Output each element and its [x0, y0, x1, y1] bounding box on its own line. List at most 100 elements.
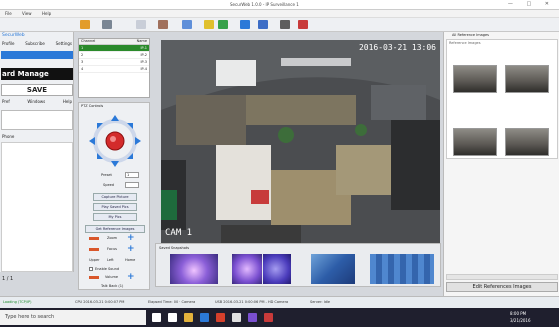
saved-snapshots-strip: Saved Snapshots: [155, 243, 441, 287]
snapshot-thumbnail[interactable]: [311, 254, 355, 284]
camera-label: CAM 1: [165, 228, 193, 238]
speed-input[interactable]: [125, 182, 139, 188]
windows-start-icon[interactable]: [152, 313, 161, 322]
menu-help[interactable]: Help: [42, 11, 51, 16]
snapshot-thumbnail[interactable]: [263, 254, 291, 284]
edit-references-button[interactable]: Edit References Images: [446, 282, 558, 292]
task-view-icon[interactable]: [168, 313, 177, 322]
preset-upper[interactable]: Upper: [89, 258, 100, 262]
network-icon[interactable]: [258, 20, 268, 29]
get-reference-images-button[interactable]: Get Reference Images: [85, 225, 145, 233]
ptz-title: PTZ Controls: [81, 104, 104, 108]
export-icon[interactable]: [218, 20, 228, 29]
channel-row[interactable]: 1 IP-1: [79, 45, 149, 52]
title-bar: SecurWeb 1.0.0 - IP Surveillance 1 — □ ✕: [0, 0, 559, 10]
clock-date: 3/21/2016: [510, 318, 531, 323]
zoom-plus-icon[interactable]: +: [127, 233, 135, 243]
volume-plus-icon[interactable]: +: [127, 272, 135, 282]
phone-label: Phone: [2, 134, 15, 139]
enable-sound-checkbox[interactable]: [89, 267, 93, 271]
window-controls[interactable]: — □ ✕: [508, 1, 555, 7]
status-connection: Loading (TCP/IP): [3, 300, 32, 304]
profile-row[interactable]: Profile Subscribe Settings: [1, 40, 73, 48]
left-sidebar: SecurWeb Profile Subscribe Settings ard …: [0, 32, 74, 282]
channel-row[interactable]: 3 IP-3: [79, 59, 149, 66]
blue-banner: [1, 51, 73, 59]
preset-select[interactable]: 1: [125, 172, 139, 178]
play-saved-pics-button[interactable]: Play Saved Pics: [93, 203, 137, 211]
channel-row[interactable]: 2 IP-2: [79, 52, 149, 59]
pager[interactable]: 1 / 1: [1, 275, 73, 283]
snapshot-icon[interactable]: [158, 20, 168, 29]
talk-back-button[interactable]: Talk Back (1): [101, 284, 123, 288]
zoom-label: Zoom: [107, 236, 118, 240]
preset-left[interactable]: Left: [107, 258, 114, 262]
securweb-taskbar-icon[interactable]: [264, 313, 273, 322]
tools-icon[interactable]: [280, 20, 290, 29]
grid-icon[interactable]: [240, 20, 250, 29]
contact-list[interactable]: [1, 142, 73, 272]
snapshots-title: Saved Snapshots: [159, 246, 190, 250]
notes-box[interactable]: [1, 110, 73, 130]
ptz-joystick[interactable]: [89, 113, 141, 169]
camera-video-view[interactable]: 2016-03-21 13:06 CAM 1: [161, 40, 440, 243]
video-timestamp: 2016-03-21 13:06: [358, 43, 436, 52]
enable-sound-label: Enable Sound: [95, 267, 120, 271]
capture-picture-button[interactable]: Capture Picture: [93, 193, 137, 201]
camera-frame-image: [161, 40, 440, 243]
brand-banner: ard Manage: [1, 68, 73, 80]
mail-icon[interactable]: [200, 313, 209, 322]
ptz-panel: PTZ Controls Preset 1 Speed Capture Pict…: [78, 102, 150, 290]
reference-image[interactable]: [453, 128, 497, 156]
status-bar: Loading (TCP/IP) CPU 2016-03-21 0:00:07 …: [0, 296, 559, 308]
help-label[interactable]: Help: [63, 99, 72, 105]
save-button[interactable]: SAVE: [1, 84, 73, 96]
close-camera-icon[interactable]: [298, 20, 308, 29]
preset-home[interactable]: Home: [125, 258, 135, 262]
status-usb: USB 2016-03-21 0:00:06 PM - HD Camera: [215, 300, 289, 304]
reference-image[interactable]: [505, 65, 549, 93]
menu-bar: File View Help: [0, 10, 559, 18]
reference-images-panel: All Reference Images Reference Images Ed…: [443, 32, 559, 297]
settings-icon[interactable]: [182, 20, 192, 29]
snapshot-thumbnail[interactable]: [232, 254, 262, 284]
settings-link[interactable]: Settings: [56, 41, 72, 47]
folder-icon[interactable]: [204, 20, 214, 29]
status-elapsed: Elapsed Time: 00 · Camera: [148, 300, 196, 304]
ref-grid-label: Reference Images: [449, 41, 481, 45]
pref-label[interactable]: Pref: [2, 99, 10, 105]
status-cpu: CPU 2016-03-21 0:00:07 PM: [75, 300, 125, 304]
subscribe-link[interactable]: Subscribe: [25, 41, 45, 47]
windows-label[interactable]: Windows: [27, 99, 45, 105]
profile-link[interactable]: Profile: [2, 41, 14, 47]
record-icon[interactable]: [102, 20, 112, 29]
col-name: Name: [136, 39, 147, 43]
menu-file[interactable]: File: [5, 11, 12, 16]
focus-minus-icon[interactable]: [89, 248, 99, 251]
file-explorer-icon[interactable]: [184, 313, 193, 322]
app-name: SecurWeb: [2, 33, 25, 38]
clock-time: 8:00 PM: [510, 311, 527, 316]
ref-scrollbar[interactable]: [446, 274, 558, 280]
options-row: Pref Windows Help: [1, 98, 73, 106]
channel-list[interactable]: Channel Name 1 IP-1 2 IP-2 3 IP-3 4 IP-4: [78, 38, 150, 98]
col-channel: Channel: [81, 39, 96, 43]
reference-image[interactable]: [453, 65, 497, 93]
browser-icon[interactable]: [216, 313, 225, 322]
focus-plus-icon[interactable]: +: [127, 244, 135, 254]
camera-add-icon[interactable]: [80, 20, 90, 29]
my-pics-button[interactable]: My Pics: [93, 213, 137, 221]
snapshot-thumbnail[interactable]: [370, 254, 434, 284]
store-icon[interactable]: [232, 313, 241, 322]
reference-image[interactable]: [505, 128, 549, 156]
zoom-minus-icon[interactable]: [89, 237, 99, 240]
menu-view[interactable]: View: [22, 11, 32, 16]
snapshot-thumbnail[interactable]: [170, 254, 218, 284]
channel-row[interactable]: 4 IP-4: [79, 66, 149, 73]
status-server: Server: Idle: [310, 300, 331, 304]
reference-grid: Reference Images: [446, 39, 558, 159]
app-icon[interactable]: [248, 313, 257, 322]
volume-minus-icon[interactable]: [89, 276, 99, 279]
play-icon[interactable]: [136, 20, 146, 29]
taskbar-search[interactable]: Type here to search: [0, 310, 146, 325]
